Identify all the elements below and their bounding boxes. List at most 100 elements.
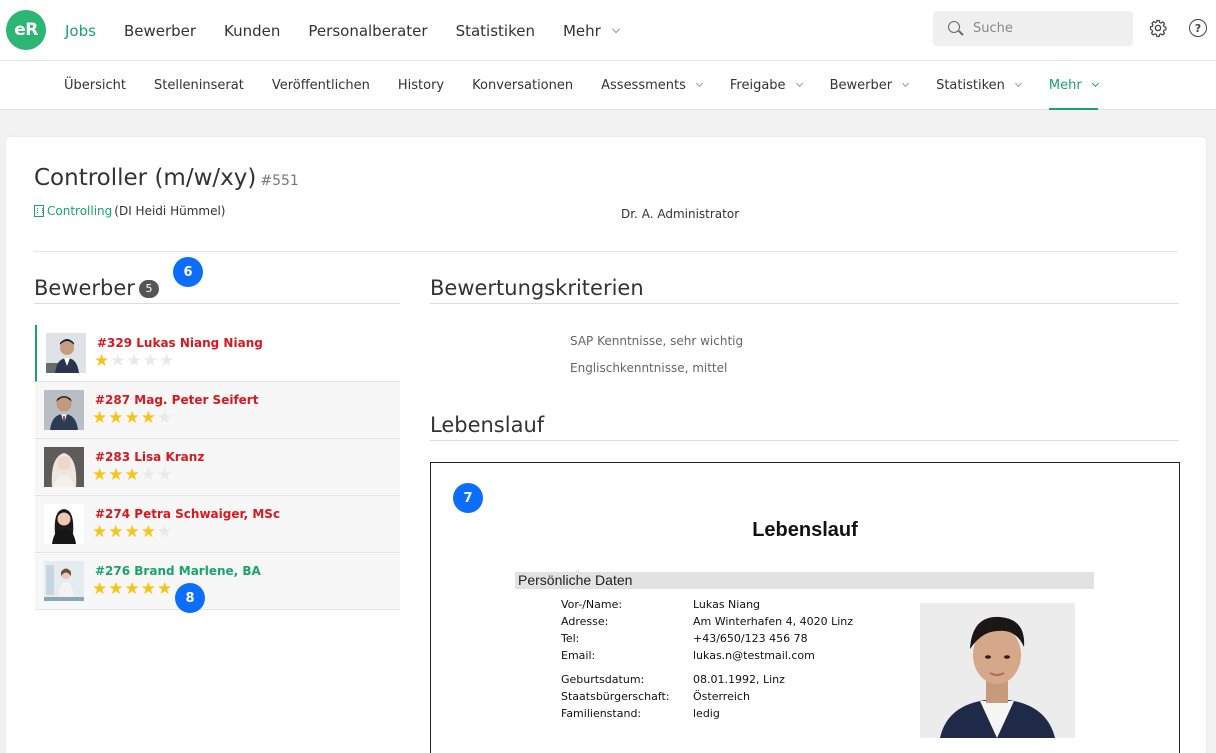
cv-label: Adresse:: [561, 615, 609, 628]
tab-stelleninserat[interactable]: Stelleninserat: [154, 61, 244, 110]
tab-mehr[interactable]: Mehr: [1048, 61, 1099, 110]
nav-label: Jobs: [65, 21, 96, 40]
divider: [34, 251, 1178, 252]
star-icon: ★: [124, 522, 141, 542]
cv-label: Familienstand:: [561, 707, 642, 720]
cv-label: Geburtsdatum:: [561, 673, 645, 686]
nav-mehr[interactable]: Mehr: [562, 21, 621, 40]
nav-label: Kunden: [224, 21, 281, 40]
cv-value: lukas.n@testmail.com: [693, 649, 815, 662]
applicant-photo: [44, 561, 84, 601]
tab-label: Stelleninserat: [153, 78, 244, 93]
applicant-photo: [44, 447, 84, 487]
cv-label: Email:: [561, 649, 596, 662]
tab-label: Freigabe: [729, 78, 786, 93]
tab-history[interactable]: History: [398, 61, 444, 110]
tab-uebersicht[interactable]: Übersicht: [64, 61, 126, 110]
applicant-list: #329 Lukas Niang Niang ★★★★★ #287 Mag. P…: [35, 325, 400, 610]
top-navigation-bar: eR Jobs Bewerber Kunden Personalberater …: [0, 0, 1216, 61]
nav-personalberater[interactable]: Personalberater: [308, 22, 427, 40]
tab-veroeffentlichen[interactable]: Veröffentlichen: [272, 61, 370, 110]
star-icon: ★: [140, 408, 157, 428]
criteria-heading: Bewertungskriterien: [430, 276, 644, 300]
marker-8: 8: [175, 583, 205, 613]
nav-label: Bewerber: [123, 21, 197, 40]
responsible-admin: Dr. A. Administrator: [621, 207, 740, 221]
search-box[interactable]: [933, 11, 1133, 46]
tab-label: Veröffentlichen: [271, 78, 370, 93]
list-item-applicant[interactable]: #329 Lukas Niang Niang ★★★★★: [35, 325, 400, 382]
tab-freigabe[interactable]: Freigabe: [729, 61, 803, 110]
divider: [430, 440, 1179, 441]
tab-statistiken[interactable]: Statistiken: [936, 61, 1022, 110]
cv-value: ledig: [693, 707, 720, 720]
star-icon: ★: [124, 465, 141, 485]
rating-stars[interactable]: ★★★★★: [92, 579, 173, 599]
nav-label: Mehr: [562, 21, 601, 40]
star-icon: ★: [108, 408, 125, 428]
list-item-applicant[interactable]: #287 Mag. Peter Seifert ★★★★★: [35, 382, 400, 439]
tab-label: Assessments: [601, 78, 686, 93]
applicant-name: #329 Lukas Niang Niang: [97, 336, 263, 350]
star-icon: ★: [92, 579, 109, 599]
tab-label: History: [397, 78, 445, 93]
list-item-applicant[interactable]: #274 Petra Schwaiger, MSc ★★★★★: [35, 496, 400, 553]
rating-stars[interactable]: ★★★★★: [92, 408, 173, 428]
department-link[interactable]: Controlling: [47, 204, 112, 218]
brand-logo[interactable]: eR: [6, 10, 46, 50]
search-input[interactable]: [973, 21, 1123, 36]
tab-label: Übersicht: [64, 78, 126, 93]
star-icon: ★: [124, 408, 141, 428]
star-icon: ★: [157, 579, 174, 599]
applicant-name: #287 Mag. Peter Seifert: [95, 393, 259, 407]
cv-value: Am Winterhafen 4, 4020 Linz: [693, 615, 854, 628]
cv-heading: Lebenslauf: [430, 413, 545, 437]
applicant-count-badge: 5: [138, 280, 159, 298]
building-icon: [34, 205, 44, 217]
nav-label: Statistiken: [455, 21, 535, 40]
nav-kunden[interactable]: Kunden: [224, 22, 280, 40]
star-icon: ★: [140, 465, 157, 485]
tab-bewerber[interactable]: Bewerber: [830, 61, 910, 110]
nav-statistiken[interactable]: Statistiken: [456, 22, 535, 40]
cv-document-viewer[interactable]: 7 Lebenslauf Persönliche Daten Vor-/Name…: [430, 462, 1180, 753]
star-icon: ★: [110, 351, 127, 371]
main-nav: Jobs Bewerber Kunden Personalberater Sta…: [65, 0, 647, 61]
star-icon: ★: [108, 522, 125, 542]
cv-label: Tel:: [561, 632, 580, 645]
tab-label: Konversationen: [472, 78, 574, 93]
star-icon: ★: [140, 522, 157, 542]
cv-photo: [920, 603, 1075, 738]
rating-stars[interactable]: ★★★★★: [94, 351, 175, 371]
help-icon[interactable]: ?: [1189, 19, 1207, 37]
cv-value: 08.01.1992, Linz: [693, 673, 785, 686]
rating-stars[interactable]: ★★★★★: [92, 465, 173, 485]
nav-bewerber[interactable]: Bewerber: [124, 22, 196, 40]
nav-jobs[interactable]: Jobs: [65, 22, 96, 40]
list-item-applicant[interactable]: #276 Brand Marlene, BA ★★★★★: [35, 553, 400, 610]
divider: [34, 303, 400, 304]
tab-assessments[interactable]: Assessments: [601, 61, 703, 110]
star-icon: ★: [140, 579, 157, 599]
applicant-photo: [44, 504, 84, 544]
star-icon: ★: [159, 351, 176, 371]
cv-value: Österreich: [693, 690, 750, 703]
list-item-applicant[interactable]: #283 Lisa Kranz ★★★★★: [35, 439, 400, 496]
star-icon: ★: [92, 465, 109, 485]
nav-label: Personalberater: [308, 21, 428, 40]
applicant-photo: [44, 390, 84, 430]
tab-konversationen[interactable]: Konversationen: [472, 61, 573, 110]
rating-stars[interactable]: ★★★★★: [92, 522, 173, 542]
cv-value: Lukas Niang: [693, 598, 761, 611]
star-icon: ★: [108, 579, 125, 599]
marker-7: 7: [453, 483, 483, 513]
chevron-down-icon: [902, 79, 910, 88]
chevron-down-icon: [611, 24, 621, 33]
chevron-down-icon: [1091, 79, 1099, 88]
criterion-item: SAP Kenntnisse, sehr wichtig: [570, 334, 744, 348]
marker-6: 6: [173, 257, 203, 287]
gear-icon[interactable]: [1149, 19, 1167, 37]
star-icon: ★: [92, 408, 109, 428]
cv-personal-header: Persönliche Daten: [515, 572, 1094, 589]
star-icon: ★: [157, 522, 174, 542]
